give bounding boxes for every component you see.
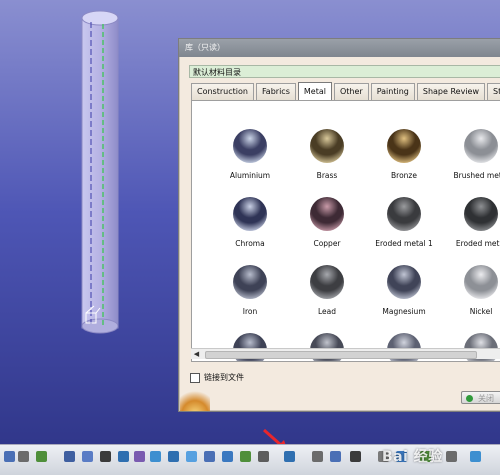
material-sphere-icon xyxy=(233,129,267,163)
toolbar-tool-icon[interactable] xyxy=(446,451,457,462)
toolbar-tool-icon[interactable] xyxy=(204,451,215,462)
link-to-file-label: 链接到文件 xyxy=(204,373,244,382)
toolbar-tool-icon[interactable] xyxy=(36,451,47,462)
horizontal-scrollbar[interactable]: ◀ xyxy=(191,348,500,359)
material-label: Brushed metal xyxy=(453,171,500,180)
material-item[interactable]: Eroded metal 1 xyxy=(364,197,444,248)
material-item[interactable]: Iron xyxy=(210,265,290,316)
toolbar-tool-icon[interactable] xyxy=(312,451,323,462)
material-sphere-icon xyxy=(387,129,421,163)
material-sphere-icon xyxy=(310,265,344,299)
toolbar-tool-icon[interactable] xyxy=(118,451,129,462)
material-item[interactable]: Eroded metal xyxy=(441,197,500,248)
material-sphere-icon xyxy=(233,197,267,231)
material-tabs: Construction Fabrics Metal Other Paintin… xyxy=(191,82,500,100)
toolbar-tool-icon[interactable] xyxy=(330,451,341,462)
toolbar-tool-icon[interactable] xyxy=(186,451,197,462)
material-grid: Aluminium Brass Bronze Brushed metal Chroma C… xyxy=(191,100,500,362)
material-sphere-icon xyxy=(310,197,344,231)
material-label: Iron xyxy=(242,307,258,316)
tab-stone[interactable]: Stone xyxy=(487,83,500,100)
material-label: Eroded metal xyxy=(455,239,500,248)
toolbar-tool-icon[interactable] xyxy=(100,451,111,462)
material-item[interactable]: Aluminium xyxy=(210,129,290,180)
tab-painting[interactable]: Painting xyxy=(370,83,415,100)
material-sphere-icon xyxy=(464,197,498,231)
toolbar-tool-icon[interactable] xyxy=(134,451,145,462)
material-item[interactable]: Lead xyxy=(287,265,367,316)
catia-logo-icon xyxy=(180,385,210,411)
link-to-file-checkbox[interactable] xyxy=(190,372,200,383)
toolbar-tool-icon[interactable] xyxy=(82,451,93,462)
material-label: Eroded metal 1 xyxy=(375,239,433,248)
tab-shape-review[interactable]: Shape Review xyxy=(416,83,485,100)
tab-fabrics[interactable]: Fabrics xyxy=(255,83,296,100)
toolbar-tool-icon[interactable] xyxy=(240,451,251,462)
close-button-label: 关闭 xyxy=(478,394,494,403)
toolbar-tool-icon[interactable] xyxy=(18,451,29,462)
tab-other[interactable]: Other xyxy=(333,83,369,100)
material-sphere-icon xyxy=(387,265,421,299)
material-item[interactable]: Nickel xyxy=(441,265,500,316)
scroll-thumb[interactable] xyxy=(205,351,477,359)
toolbar-tool-icon[interactable] xyxy=(150,451,161,462)
material-item[interactable]: Brass xyxy=(287,129,367,180)
cylinder-part[interactable] xyxy=(70,8,130,338)
material-item[interactable]: Brushed metal xyxy=(441,129,500,180)
material-sphere-icon xyxy=(310,129,344,163)
toolbar-tool-icon[interactable] xyxy=(64,451,75,462)
material-sphere-icon xyxy=(464,265,498,299)
material-item[interactable]: Bronze xyxy=(364,129,444,180)
material-item[interactable]: Magnesium xyxy=(364,265,444,316)
material-label: Nickel xyxy=(469,307,493,316)
catalog-path-field[interactable]: 默认材料目录 xyxy=(189,65,500,78)
material-label: Chroma xyxy=(235,239,265,248)
close-button[interactable]: 关闭 xyxy=(461,391,500,404)
material-label: Magnesium xyxy=(382,307,426,316)
library-dialog: 库（只读） 默认材料目录 Construction Fabrics Metal … xyxy=(178,38,500,412)
material-item[interactable]: Chroma xyxy=(210,197,290,248)
watermark: Bai 经验 xyxy=(382,449,443,465)
material-sphere-icon xyxy=(233,265,267,299)
toolbar-tool-icon[interactable] xyxy=(4,451,15,462)
dialog-title[interactable]: 库（只读） xyxy=(179,39,500,57)
material-label: Aluminium xyxy=(229,171,271,180)
tab-construction[interactable]: Construction xyxy=(191,83,254,100)
material-label: Brass xyxy=(316,171,338,180)
toolbar-tool-icon[interactable] xyxy=(350,451,361,462)
material-label: Copper xyxy=(313,239,341,248)
link-to-file-option[interactable]: 链接到文件 xyxy=(190,372,244,383)
material-label: Lead xyxy=(317,307,337,316)
toolbar-tool-icon[interactable] xyxy=(284,451,295,462)
material-label: Bronze xyxy=(391,171,417,180)
tab-metal[interactable]: Metal xyxy=(297,82,332,100)
material-sphere-icon xyxy=(464,129,498,163)
material-item[interactable]: Copper xyxy=(287,197,367,248)
toolbar-tool-icon[interactable] xyxy=(222,451,233,462)
toolbar-tool-icon[interactable] xyxy=(470,451,481,462)
scroll-left-arrow-icon[interactable]: ◀ xyxy=(192,350,201,358)
toolbar-tool-icon[interactable] xyxy=(168,451,179,462)
toolbar-tool-icon[interactable] xyxy=(258,451,269,462)
close-icon xyxy=(466,395,473,402)
material-sphere-icon xyxy=(387,197,421,231)
